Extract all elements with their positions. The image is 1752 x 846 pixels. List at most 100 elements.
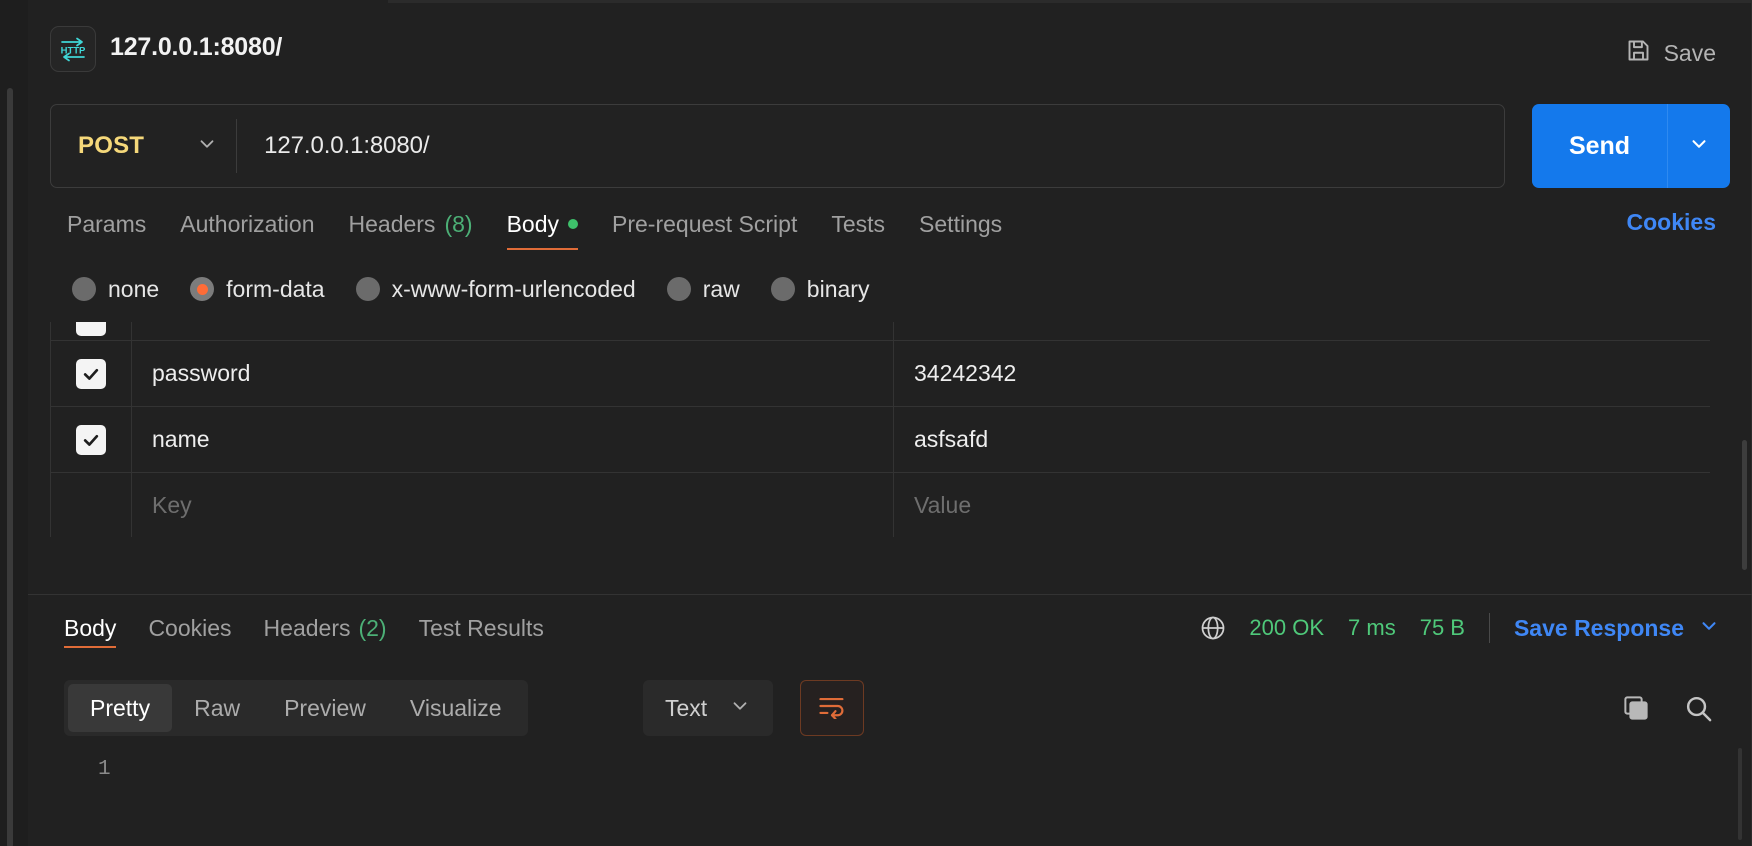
key-input-placeholder[interactable]: Key	[132, 492, 893, 519]
value-input[interactable]: asfsafd	[894, 426, 1710, 453]
response-tab-test-results[interactable]: Test Results	[403, 602, 560, 654]
row-key-cell[interactable]: name	[132, 407, 894, 473]
save-button[interactable]: Save	[1615, 30, 1726, 76]
http-icon: HTTP	[50, 26, 96, 72]
tab-authorization[interactable]: Authorization	[163, 198, 331, 250]
left-rail-scrollbar[interactable]	[7, 88, 13, 846]
tab-label: Cookies	[148, 615, 231, 642]
search-icon[interactable]	[1683, 693, 1714, 724]
tab-pre-request-script[interactable]: Pre-request Script	[595, 198, 814, 250]
format-preview[interactable]: Preview	[262, 684, 388, 732]
table-row-empty[interactable]: Key Value	[51, 473, 1711, 538]
tab-count: (2)	[358, 615, 386, 642]
checkbox-checked-icon[interactable]	[76, 425, 106, 455]
globe-icon	[1199, 614, 1227, 642]
save-response-button[interactable]: Save Response	[1514, 615, 1720, 642]
row-value-cell[interactable]	[894, 322, 1711, 341]
content-type-label: Text	[665, 695, 707, 722]
request-response-divider[interactable]	[28, 594, 1752, 595]
body-type-form-data[interactable]: form-data	[190, 276, 324, 303]
request-tab-list: Params Authorization Headers (8) Body Pr…	[50, 198, 1730, 250]
checkbox-checked-icon[interactable]	[76, 359, 106, 389]
body-type-label: form-data	[226, 276, 324, 303]
response-tab-cookies[interactable]: Cookies	[132, 602, 247, 654]
chevron-down-icon	[1688, 133, 1710, 160]
table-row[interactable]: name asfsafd	[51, 407, 1711, 473]
value-input-placeholder[interactable]: Value	[894, 492, 1710, 519]
word-wrap-button[interactable]	[800, 680, 864, 736]
chevron-down-icon	[1698, 615, 1720, 642]
row-key-cell[interactable]: Key	[132, 473, 894, 538]
value-input[interactable]: 34242342	[894, 360, 1710, 387]
request-title: 127.0.0.1:8080/	[110, 33, 282, 62]
response-size: 75 B	[1420, 615, 1465, 641]
radio-icon	[667, 277, 691, 301]
body-type-binary[interactable]: binary	[771, 276, 870, 303]
save-response-label: Save Response	[1514, 615, 1684, 642]
tab-count: (8)	[444, 211, 472, 238]
tab-strip-edge	[388, 0, 1752, 3]
format-segmented-control: Pretty Raw Preview Visualize	[64, 680, 528, 736]
tab-tests[interactable]: Tests	[814, 198, 902, 250]
row-checkbox-cell[interactable]	[51, 341, 132, 407]
chevron-down-icon	[196, 133, 218, 160]
format-pretty[interactable]: Pretty	[68, 684, 172, 732]
tab-label: Headers	[349, 211, 436, 238]
tab-label: Settings	[919, 211, 1002, 238]
table-row-partial[interactable]	[51, 322, 1711, 341]
format-visualize[interactable]: Visualize	[388, 684, 524, 732]
tab-label: Params	[67, 211, 146, 238]
response-tab-headers[interactable]: Headers (2)	[248, 602, 403, 654]
request-header: HTTP 127.0.0.1:8080/ Save	[28, 12, 1752, 88]
request-body-scrollbar[interactable]	[1742, 440, 1747, 570]
cookies-link[interactable]: Cookies	[1627, 209, 1716, 236]
body-type-x-www-form-urlencoded[interactable]: x-www-form-urlencoded	[356, 276, 636, 303]
svg-text:HTTP: HTTP	[61, 46, 86, 57]
response-tabs: Body Cookies Headers (2) Test Results	[50, 602, 1730, 654]
send-options-button[interactable]	[1668, 104, 1730, 188]
body-type-label: raw	[703, 276, 740, 303]
row-value-cell[interactable]: 34242342	[894, 341, 1711, 407]
copy-icon[interactable]	[1621, 693, 1651, 723]
send-button[interactable]: Send	[1532, 104, 1667, 188]
checkbox-icon[interactable]	[76, 322, 106, 336]
content-type-dropdown[interactable]: Text	[643, 680, 773, 736]
row-key-cell[interactable]	[132, 322, 894, 341]
url-input-container: POST 127.0.0.1:8080/	[50, 104, 1505, 188]
method-label: POST	[78, 132, 144, 160]
tab-headers[interactable]: Headers (8)	[332, 198, 490, 250]
body-type-raw[interactable]: raw	[667, 276, 740, 303]
response-tab-body[interactable]: Body	[50, 602, 132, 654]
row-key-cell[interactable]: password	[132, 341, 894, 407]
radio-selected-icon	[190, 277, 214, 301]
row-value-cell[interactable]: asfsafd	[894, 407, 1711, 473]
request-tabs: Params Authorization Headers (8) Body Pr…	[50, 198, 1730, 250]
row-checkbox-cell[interactable]	[51, 473, 132, 538]
tab-settings[interactable]: Settings	[902, 198, 1019, 250]
body-type-label: none	[108, 276, 159, 303]
body-modified-dot-icon	[568, 219, 578, 229]
tab-body[interactable]: Body	[490, 198, 595, 250]
url-input[interactable]: 127.0.0.1:8080/	[237, 132, 429, 160]
key-input[interactable]: password	[132, 360, 893, 387]
format-raw[interactable]: Raw	[172, 684, 262, 732]
form-data-table-wrapper: password 34242342 name	[50, 322, 1710, 537]
chevron-down-icon	[729, 695, 751, 722]
row-checkbox-cell[interactable]	[51, 407, 132, 473]
response-body-scrollbar[interactable]	[1738, 748, 1742, 840]
status-divider	[1489, 613, 1490, 643]
method-selector[interactable]: POST	[51, 105, 236, 187]
table-row[interactable]: password 34242342	[51, 341, 1711, 407]
row-value-cell[interactable]: Value	[894, 473, 1711, 538]
body-type-label: binary	[807, 276, 870, 303]
row-checkbox-cell[interactable]	[51, 322, 132, 341]
response-tools	[1621, 680, 1714, 736]
response-body-viewer[interactable]: 1	[50, 746, 1750, 846]
radio-icon	[72, 277, 96, 301]
form-data-table: password 34242342 name	[50, 322, 1710, 537]
tab-params[interactable]: Params	[50, 198, 163, 250]
status-code: 200 OK	[1249, 615, 1324, 641]
line-number: 1	[98, 758, 111, 781]
body-type-none[interactable]: none	[72, 276, 159, 303]
key-input[interactable]: name	[132, 426, 893, 453]
